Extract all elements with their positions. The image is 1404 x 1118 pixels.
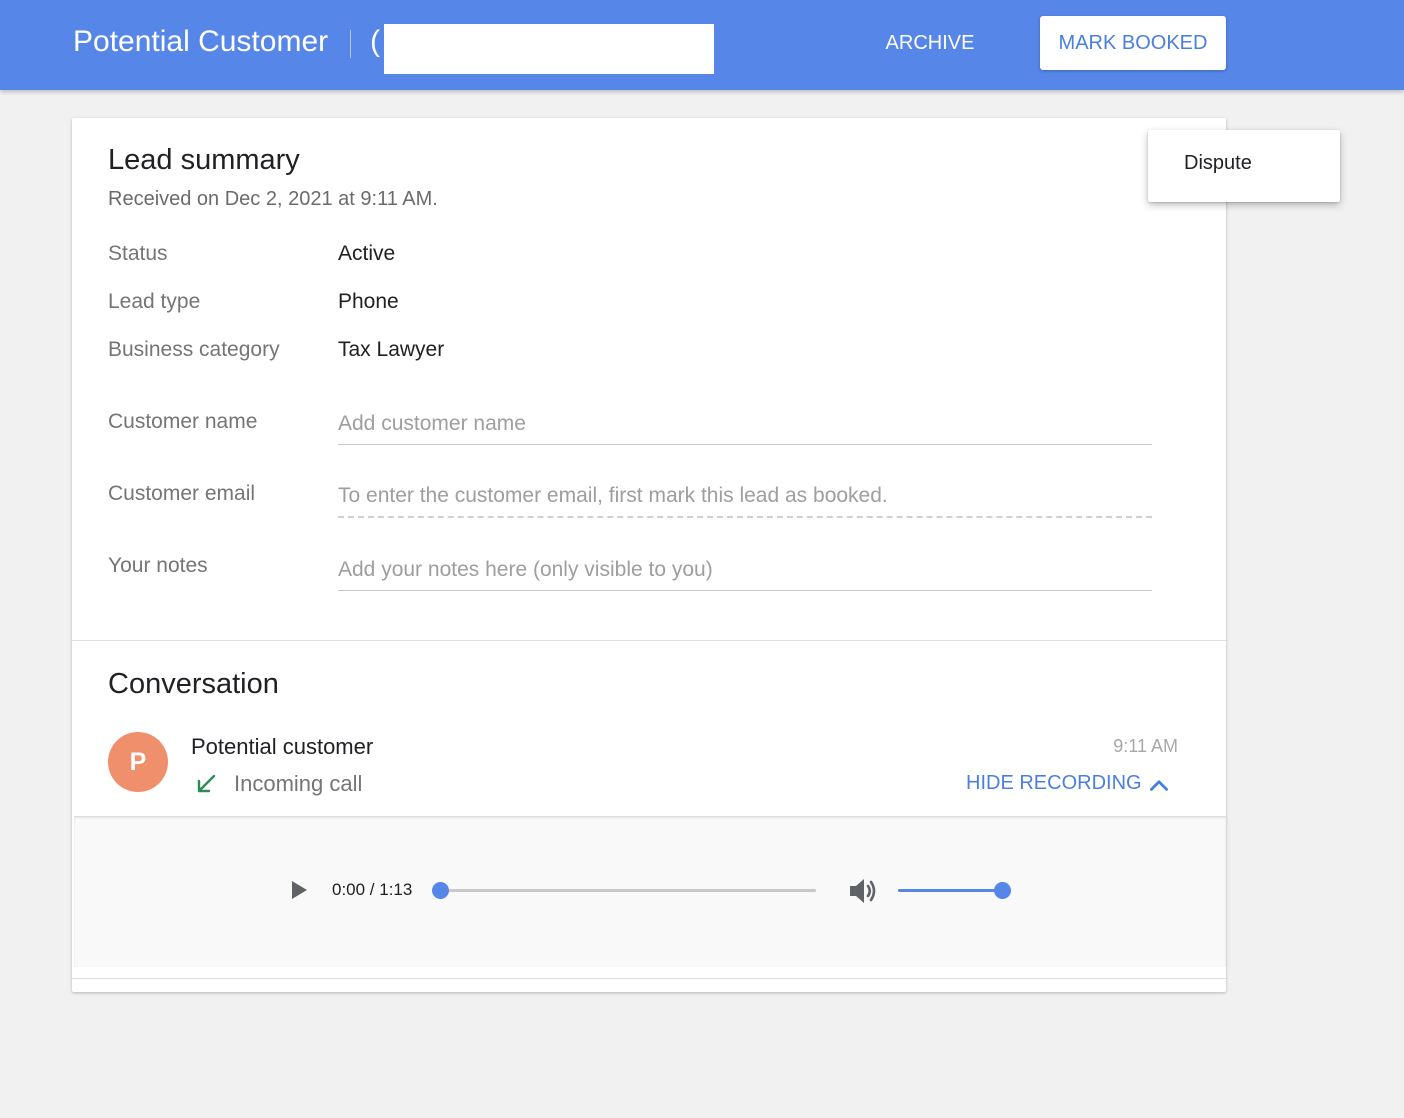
caller-name: Potential customer	[191, 734, 374, 759]
mark-booked-button[interactable]: MARK BOOKED	[1040, 16, 1226, 70]
call-time: 9:11 AM	[1113, 736, 1178, 756]
title-divider	[350, 30, 351, 58]
customer-email-label: Customer email	[108, 482, 256, 505]
customer-name-label: Customer name	[108, 410, 258, 433]
call-type: Incoming call	[234, 771, 363, 796]
status-value: Active	[338, 242, 396, 265]
top-app-bar: Potential Customer ( ARCHIVE MARK BOOKED	[0, 0, 1404, 90]
lead-type-label: Lead type	[108, 290, 201, 313]
lead-detail-card: Lead summary Received on Dec 2, 2021 at …	[72, 118, 1226, 992]
seek-thumb[interactable]	[432, 882, 449, 899]
playback-time: 0:00 / 1:13	[332, 880, 413, 899]
business-category-label: Business category	[108, 338, 280, 361]
received-timestamp: Received on Dec 2, 2021 at 9:11 AM.	[108, 188, 438, 210]
notes-input[interactable]	[338, 550, 1152, 591]
conversation-title: Conversation	[108, 668, 279, 700]
hide-recording-button[interactable]: HIDE RECORDING	[966, 772, 1142, 795]
card-bottom-divider	[72, 978, 1226, 979]
business-category-value: Tax Lawyer	[338, 338, 445, 361]
volume-icon[interactable]	[847, 876, 879, 906]
chevron-up-icon[interactable]	[1146, 772, 1172, 798]
overflow-menu: Dispute	[1148, 130, 1340, 202]
lead-type-value: Phone	[338, 290, 399, 313]
play-icon[interactable]	[286, 878, 310, 902]
customer-name-input[interactable]	[338, 404, 1152, 445]
lead-summary-title: Lead summary	[108, 144, 300, 176]
seek-bar[interactable]	[440, 889, 816, 892]
page-title: Potential Customer	[73, 25, 329, 58]
phone-number-prefix: (	[370, 25, 380, 58]
customer-email-input	[338, 476, 1152, 518]
status-label: Status	[108, 242, 168, 265]
volume-thumb[interactable]	[994, 882, 1011, 899]
incoming-call-arrow-icon	[197, 774, 216, 793]
section-divider	[72, 640, 1226, 641]
volume-slider[interactable]	[898, 889, 1002, 892]
redacted-phone-number	[384, 24, 714, 74]
archive-button[interactable]: ARCHIVE	[870, 24, 990, 62]
menu-item-dispute[interactable]: Dispute	[1184, 152, 1252, 175]
notes-label: Your notes	[108, 554, 208, 577]
avatar: P	[108, 732, 168, 792]
